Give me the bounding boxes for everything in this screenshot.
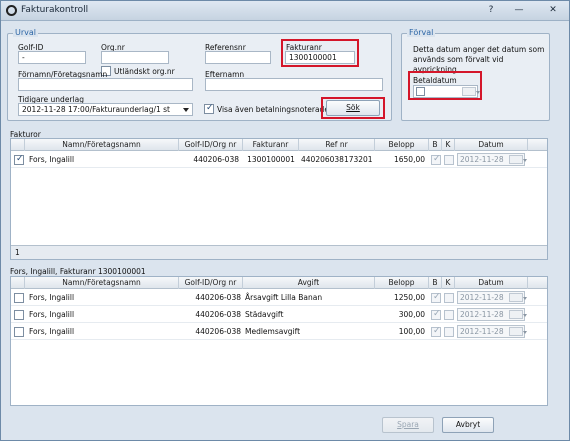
row-belopp: 1250,00 [393,293,425,302]
calendar-dropdown-icon [509,327,527,336]
row-name: Fors, Ingalill [29,293,75,302]
help-button[interactable]: ? [483,4,499,17]
row-golfid: 440206-038 [195,293,241,302]
row-b-checkbox [431,154,441,165]
header-select [11,139,25,151]
row-select-checkbox[interactable] [14,310,24,320]
row-b-checkbox [431,326,441,337]
betaldatum-checkbox[interactable] [416,87,425,96]
table-row[interactable]: Fors, Ingalill 440206-038 Årsavgift Lill… [11,290,547,306]
row-name: Fors, Ingalill [29,327,75,336]
header-golfid[interactable]: Golf-ID/Org nr [179,139,243,151]
row-datum-field: 2012-11-28 [457,325,527,338]
row-refnr: 440206038173201 31 [301,155,375,164]
row-b-checkbox [431,292,441,303]
header-avgift[interactable]: Avgift [243,277,375,289]
row-avgift: Medlemsavgift [245,327,301,336]
header-b[interactable]: B [429,139,442,151]
header-namn[interactable]: Namn/Företagsnamn [25,277,179,289]
fakturor-header: Namn/Företagsnamn Golf-ID/Org nr Faktura… [11,139,547,151]
header-k[interactable]: K [442,139,455,151]
row-k-checkbox [444,293,454,303]
efternamn-field[interactable] [205,78,383,91]
detail-grid: Namn/Företagsnamn Golf-ID/Org nr Avgift … [10,276,548,406]
row-datum-value: 2012-11-28 [460,310,504,319]
row-b-checkbox [431,309,441,320]
row-k-checkbox [444,310,454,320]
sok-button-label: Sök [346,103,360,112]
fakturakontroll-window: Fakturakontroll ? — ✕ Urval Golf-ID - Or… [0,0,570,441]
forval-legend: Förval [407,28,436,37]
window-title: Fakturakontroll [21,5,89,15]
detail-label: Fors, Ingalill, Fakturanr 1300100001 [10,267,146,276]
calendar-dropdown-icon [509,293,527,302]
table-row[interactable]: Fors, Ingalill 440206-038 Städavgift 300… [11,307,547,323]
fakturanr-field[interactable]: 1300100001 [285,51,355,64]
row-avgift: Städavgift [245,310,284,319]
chevron-down-icon [183,108,189,112]
header-datum[interactable]: Datum [455,139,528,151]
calendar-dropdown-icon [509,155,527,164]
app-icon [6,5,17,16]
detail-header: Namn/Företagsnamn Golf-ID/Org nr Avgift … [11,277,547,289]
urval-legend: Urval [13,28,39,37]
table-row[interactable]: Fors, Ingalill 440206-038 1300100001 440… [11,152,547,168]
row-select-checkbox[interactable] [14,293,24,303]
calendar-dropdown-icon [509,310,527,319]
header-belopp[interactable]: Belopp [375,139,429,151]
tidigare-underlag-value: 2012-11-28 17:00/Fakturaunderlag/1 st [22,105,170,114]
spara-button[interactable]: Spara [382,417,434,433]
row-datum-field: 2012-11-28 [457,308,527,321]
row-name: Fors, Ingalill [29,155,75,164]
visa-betalningsnoterade-label: Visa även betalningsnoterade [217,105,329,114]
minimize-button[interactable]: — [511,4,527,17]
header-belopp[interactable]: Belopp [375,277,429,289]
sok-button[interactable]: Sök [326,100,380,116]
row-belopp: 1650,00 [393,155,425,164]
row-datum-value: 2012-11-28 [460,293,504,302]
fakturor-grid: Namn/Företagsnamn Golf-ID/Org nr Faktura… [10,138,548,260]
avbryt-button[interactable]: Avbryt [442,417,494,433]
row-fakturanr: 1300100001 [247,155,295,164]
spara-button-label: Spara [397,420,419,429]
table-row[interactable]: Fors, Ingalill 440206-038 Medlemsavgift … [11,324,547,340]
orgnr-field[interactable] [101,51,169,64]
row-belopp: 100,00 [398,327,425,336]
header-fakturanr[interactable]: Fakturanr [243,139,299,151]
calendar-dropdown-icon[interactable] [462,87,480,96]
foreign-orgnr-label: Utländskt org.nr [114,67,175,76]
close-button[interactable]: ✕ [545,4,561,17]
row-avgift: Årsavgift Lilla Banan [245,293,323,302]
row-name: Fors, Ingalill [29,310,75,319]
title-bar: Fakturakontroll ? — ✕ [1,1,569,21]
row-belopp: 300,00 [398,310,425,319]
header-datum[interactable]: Datum [455,277,528,289]
row-datum-value: 2012-11-28 [460,155,504,164]
row-datum-field: 2012-11-28 [457,153,527,166]
row-datum-value: 2012-11-28 [460,327,504,336]
row-select-checkbox[interactable] [14,327,24,337]
row-golfid: 440206-038 [193,155,239,164]
referensnr-field[interactable] [205,51,271,64]
row-golfid: 440206-038 [195,327,241,336]
fornamn-field[interactable] [18,78,193,91]
tidigare-underlag-select[interactable]: 2012-11-28 17:00/Fakturaunderlag/1 st [18,103,193,116]
header-select [11,277,25,289]
row-datum-field: 2012-11-28 [457,291,527,304]
row-golfid: 440206-038 [195,310,241,319]
header-k[interactable]: K [442,277,455,289]
header-namn[interactable]: Namn/Företagsnamn [25,139,179,151]
header-golfid[interactable]: Golf-ID/Org nr [179,277,243,289]
row-k-checkbox [444,327,454,337]
fakturor-count-bar: 1 [11,245,547,259]
header-b[interactable]: B [429,277,442,289]
golf-id-field[interactable]: - [18,51,86,64]
header-refnr[interactable]: Ref nr [299,139,375,151]
betaldatum-label: Betaldatum [413,76,457,85]
visa-betalningsnoterade-checkbox[interactable] [204,103,214,114]
row-select-checkbox[interactable] [14,154,24,165]
row-k-checkbox [444,155,454,165]
betaldatum-field[interactable] [413,85,480,98]
